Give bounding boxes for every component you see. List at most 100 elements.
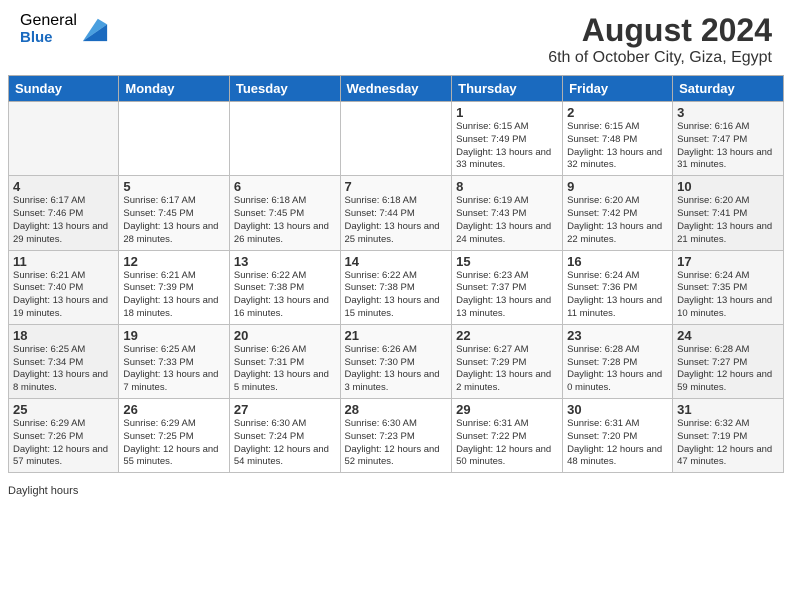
day-info: Sunrise: 6:24 AM Sunset: 7:36 PM Dayligh… bbox=[567, 270, 668, 321]
table-row: 6Sunrise: 6:18 AM Sunset: 7:45 PM Daylig… bbox=[229, 176, 340, 250]
calendar-week-row: 4Sunrise: 6:17 AM Sunset: 7:46 PM Daylig… bbox=[9, 176, 784, 250]
day-number: 22 bbox=[456, 328, 558, 343]
day-number: 31 bbox=[677, 402, 779, 417]
daylight-label: Daylight hours bbox=[0, 481, 792, 497]
table-row: 14Sunrise: 6:22 AM Sunset: 7:38 PM Dayli… bbox=[340, 250, 452, 324]
table-row bbox=[229, 102, 340, 176]
day-number: 4 bbox=[13, 179, 114, 194]
day-info: Sunrise: 6:25 AM Sunset: 7:34 PM Dayligh… bbox=[13, 344, 114, 395]
main-title: August 2024 bbox=[548, 12, 772, 49]
calendar-table: Sunday Monday Tuesday Wednesday Thursday… bbox=[8, 75, 784, 473]
day-number: 7 bbox=[345, 179, 448, 194]
day-number: 27 bbox=[234, 402, 336, 417]
table-row: 17Sunrise: 6:24 AM Sunset: 7:35 PM Dayli… bbox=[673, 250, 784, 324]
logo-blue: Blue bbox=[20, 30, 77, 47]
day-number: 25 bbox=[13, 402, 114, 417]
day-number: 26 bbox=[123, 402, 225, 417]
calendar-week-row: 18Sunrise: 6:25 AM Sunset: 7:34 PM Dayli… bbox=[9, 324, 784, 398]
day-info: Sunrise: 6:16 AM Sunset: 7:47 PM Dayligh… bbox=[677, 121, 779, 172]
table-row: 7Sunrise: 6:18 AM Sunset: 7:44 PM Daylig… bbox=[340, 176, 452, 250]
table-row: 2Sunrise: 6:15 AM Sunset: 7:48 PM Daylig… bbox=[563, 102, 673, 176]
day-info: Sunrise: 6:30 AM Sunset: 7:23 PM Dayligh… bbox=[345, 418, 448, 469]
day-info: Sunrise: 6:28 AM Sunset: 7:27 PM Dayligh… bbox=[677, 344, 779, 395]
table-row: 4Sunrise: 6:17 AM Sunset: 7:46 PM Daylig… bbox=[9, 176, 119, 250]
table-row: 20Sunrise: 6:26 AM Sunset: 7:31 PM Dayli… bbox=[229, 324, 340, 398]
day-number: 14 bbox=[345, 254, 448, 269]
day-number: 15 bbox=[456, 254, 558, 269]
table-row: 28Sunrise: 6:30 AM Sunset: 7:23 PM Dayli… bbox=[340, 399, 452, 473]
day-number: 28 bbox=[345, 402, 448, 417]
table-row: 5Sunrise: 6:17 AM Sunset: 7:45 PM Daylig… bbox=[119, 176, 230, 250]
header: General Blue August 2024 6th of October … bbox=[0, 0, 792, 75]
day-info: Sunrise: 6:26 AM Sunset: 7:31 PM Dayligh… bbox=[234, 344, 336, 395]
day-number: 30 bbox=[567, 402, 668, 417]
logo: General Blue bbox=[20, 12, 109, 46]
table-row: 23Sunrise: 6:28 AM Sunset: 7:28 PM Dayli… bbox=[563, 324, 673, 398]
title-section: August 2024 6th of October City, Giza, E… bbox=[548, 12, 772, 67]
day-number: 3 bbox=[677, 105, 779, 120]
table-row: 27Sunrise: 6:30 AM Sunset: 7:24 PM Dayli… bbox=[229, 399, 340, 473]
sub-title: 6th of October City, Giza, Egypt bbox=[548, 49, 772, 67]
day-number: 19 bbox=[123, 328, 225, 343]
table-row: 19Sunrise: 6:25 AM Sunset: 7:33 PM Dayli… bbox=[119, 324, 230, 398]
day-number: 29 bbox=[456, 402, 558, 417]
day-number: 5 bbox=[123, 179, 225, 194]
table-row: 11Sunrise: 6:21 AM Sunset: 7:40 PM Dayli… bbox=[9, 250, 119, 324]
table-row: 13Sunrise: 6:22 AM Sunset: 7:38 PM Dayli… bbox=[229, 250, 340, 324]
table-row: 18Sunrise: 6:25 AM Sunset: 7:34 PM Dayli… bbox=[9, 324, 119, 398]
table-row bbox=[340, 102, 452, 176]
day-number: 13 bbox=[234, 254, 336, 269]
calendar-week-row: 25Sunrise: 6:29 AM Sunset: 7:26 PM Dayli… bbox=[9, 399, 784, 473]
day-info: Sunrise: 6:20 AM Sunset: 7:42 PM Dayligh… bbox=[567, 195, 668, 246]
day-number: 17 bbox=[677, 254, 779, 269]
day-number: 23 bbox=[567, 328, 668, 343]
table-row: 30Sunrise: 6:31 AM Sunset: 7:20 PM Dayli… bbox=[563, 399, 673, 473]
day-info: Sunrise: 6:29 AM Sunset: 7:25 PM Dayligh… bbox=[123, 418, 225, 469]
day-info: Sunrise: 6:32 AM Sunset: 7:19 PM Dayligh… bbox=[677, 418, 779, 469]
day-number: 2 bbox=[567, 105, 668, 120]
header-tuesday: Tuesday bbox=[229, 76, 340, 102]
calendar-week-row: 11Sunrise: 6:21 AM Sunset: 7:40 PM Dayli… bbox=[9, 250, 784, 324]
day-info: Sunrise: 6:19 AM Sunset: 7:43 PM Dayligh… bbox=[456, 195, 558, 246]
day-number: 21 bbox=[345, 328, 448, 343]
table-row: 9Sunrise: 6:20 AM Sunset: 7:42 PM Daylig… bbox=[563, 176, 673, 250]
day-number: 1 bbox=[456, 105, 558, 120]
calendar-body: 1Sunrise: 6:15 AM Sunset: 7:49 PM Daylig… bbox=[9, 102, 784, 473]
calendar-wrapper: Sunday Monday Tuesday Wednesday Thursday… bbox=[0, 75, 792, 481]
table-row: 8Sunrise: 6:19 AM Sunset: 7:43 PM Daylig… bbox=[452, 176, 563, 250]
day-number: 20 bbox=[234, 328, 336, 343]
table-row bbox=[119, 102, 230, 176]
day-info: Sunrise: 6:18 AM Sunset: 7:44 PM Dayligh… bbox=[345, 195, 448, 246]
logo-icon bbox=[81, 15, 109, 43]
table-row: 25Sunrise: 6:29 AM Sunset: 7:26 PM Dayli… bbox=[9, 399, 119, 473]
day-info: Sunrise: 6:24 AM Sunset: 7:35 PM Dayligh… bbox=[677, 270, 779, 321]
day-number: 9 bbox=[567, 179, 668, 194]
table-row: 3Sunrise: 6:16 AM Sunset: 7:47 PM Daylig… bbox=[673, 102, 784, 176]
day-info: Sunrise: 6:21 AM Sunset: 7:40 PM Dayligh… bbox=[13, 270, 114, 321]
day-number: 16 bbox=[567, 254, 668, 269]
day-number: 6 bbox=[234, 179, 336, 194]
table-row: 21Sunrise: 6:26 AM Sunset: 7:30 PM Dayli… bbox=[340, 324, 452, 398]
day-info: Sunrise: 6:30 AM Sunset: 7:24 PM Dayligh… bbox=[234, 418, 336, 469]
table-row: 12Sunrise: 6:21 AM Sunset: 7:39 PM Dayli… bbox=[119, 250, 230, 324]
day-info: Sunrise: 6:22 AM Sunset: 7:38 PM Dayligh… bbox=[345, 270, 448, 321]
header-monday: Monday bbox=[119, 76, 230, 102]
header-saturday: Saturday bbox=[673, 76, 784, 102]
table-row bbox=[9, 102, 119, 176]
header-sunday: Sunday bbox=[9, 76, 119, 102]
table-row: 29Sunrise: 6:31 AM Sunset: 7:22 PM Dayli… bbox=[452, 399, 563, 473]
day-info: Sunrise: 6:15 AM Sunset: 7:49 PM Dayligh… bbox=[456, 121, 558, 172]
day-info: Sunrise: 6:15 AM Sunset: 7:48 PM Dayligh… bbox=[567, 121, 668, 172]
table-row: 24Sunrise: 6:28 AM Sunset: 7:27 PM Dayli… bbox=[673, 324, 784, 398]
table-row: 10Sunrise: 6:20 AM Sunset: 7:41 PM Dayli… bbox=[673, 176, 784, 250]
day-info: Sunrise: 6:21 AM Sunset: 7:39 PM Dayligh… bbox=[123, 270, 225, 321]
day-info: Sunrise: 6:17 AM Sunset: 7:46 PM Dayligh… bbox=[13, 195, 114, 246]
table-row: 16Sunrise: 6:24 AM Sunset: 7:36 PM Dayli… bbox=[563, 250, 673, 324]
day-info: Sunrise: 6:28 AM Sunset: 7:28 PM Dayligh… bbox=[567, 344, 668, 395]
header-thursday: Thursday bbox=[452, 76, 563, 102]
calendar-header-row: Sunday Monday Tuesday Wednesday Thursday… bbox=[9, 76, 784, 102]
logo-general: General bbox=[20, 12, 77, 30]
logo-text: General Blue bbox=[20, 12, 77, 46]
day-info: Sunrise: 6:26 AM Sunset: 7:30 PM Dayligh… bbox=[345, 344, 448, 395]
table-row: 31Sunrise: 6:32 AM Sunset: 7:19 PM Dayli… bbox=[673, 399, 784, 473]
